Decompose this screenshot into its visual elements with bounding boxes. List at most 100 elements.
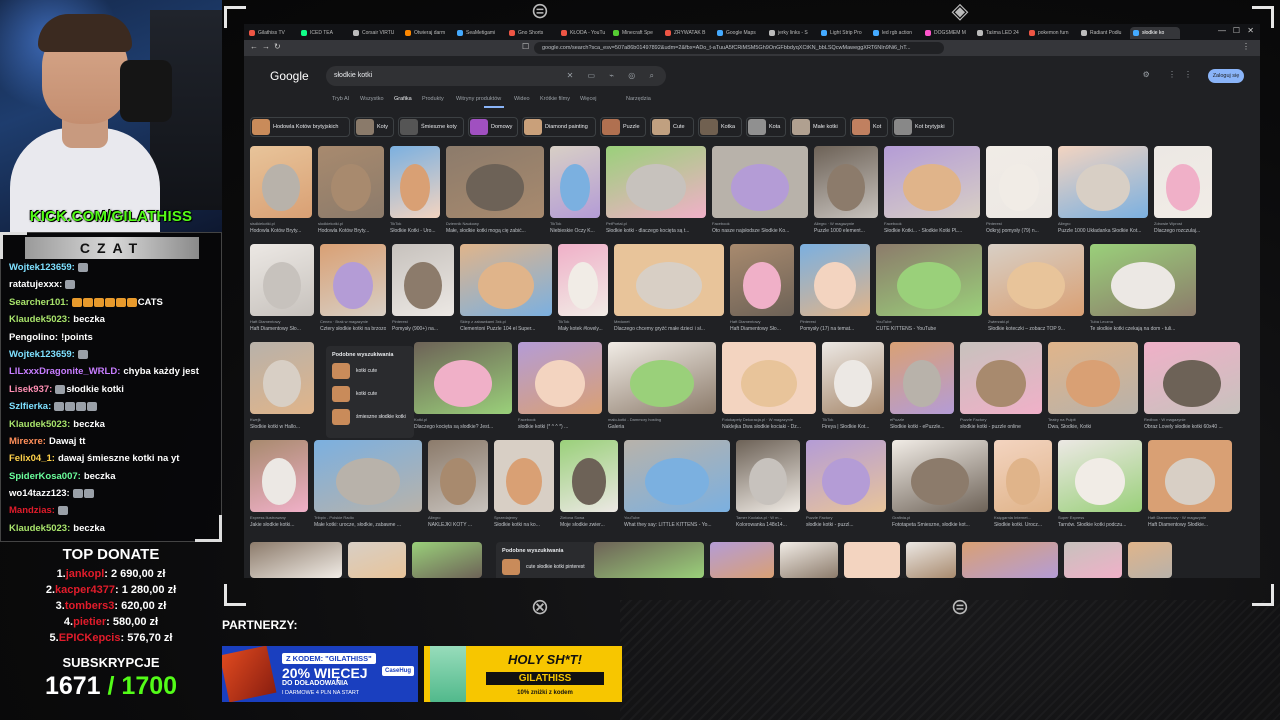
image-result[interactable]: Pinterest Pomysły (900+) na... — [392, 244, 454, 338]
cat-image[interactable] — [986, 146, 1052, 218]
related-search-item[interactable]: kotki cute — [332, 362, 412, 380]
result-title[interactable]: Słodkie kotki - dlaczego kocięta są t... — [606, 228, 706, 234]
browser-tab[interactable]: Taśma LED 24 — [974, 27, 1024, 39]
cat-image[interactable] — [712, 146, 808, 218]
search-tab[interactable]: Grafika — [394, 96, 412, 102]
filter-chip[interactable]: Puzzle — [600, 117, 646, 137]
result-title[interactable]: Haft Diamentowy Sło... — [730, 326, 794, 332]
image-result[interactable]: Allegro NAKLEJKI KOTY ... — [428, 440, 488, 534]
result-title[interactable]: Fireya | Słodkie Kot... — [822, 424, 884, 430]
image-result[interactable]: Allegro Puzzle 1000 Układanka Słodkie Kot… — [1058, 146, 1148, 240]
image-result[interactable]: Sklep z zabawkami 3xk.pl Clementoni Puzzl… — [460, 244, 552, 338]
filter-chip[interactable]: Kot — [850, 117, 888, 137]
search-box[interactable]: słodkie kotki ✕ ▭ ⌁ ◎ ⌕ — [326, 66, 666, 86]
image-result[interactable]: TikTok Fireya | Słodkie Kot... — [822, 342, 884, 436]
cat-image[interactable] — [1148, 440, 1232, 512]
search-input[interactable]: słodkie kotki — [334, 66, 372, 86]
result-title[interactable]: Clementoni Puzzle 104 el Super... — [460, 326, 552, 332]
search-tab[interactable]: Witryny produktów — [456, 96, 501, 102]
result-title[interactable]: Puzzle 1000 Układanka Słodkie Kot... — [1058, 228, 1148, 234]
bookmark-icon[interactable]: ☐ — [522, 42, 529, 51]
cat-image[interactable] — [608, 342, 716, 414]
result-title[interactable]: Małe, słodkie kotki mogą cię zabić... — [446, 228, 544, 234]
address-bar[interactable]: google.com/search?sca_esv=507a86b0149789… — [534, 42, 944, 54]
cat-image[interactable] — [736, 440, 800, 512]
cat-image[interactable] — [1058, 146, 1148, 218]
cat-image[interactable] — [1144, 342, 1240, 414]
browser-tab[interactable]: Light Strip Pro — [818, 27, 868, 39]
image-result[interactable]: Pinterest Pomysły (17) na temat... — [800, 244, 870, 338]
cat-image[interactable] — [1128, 542, 1172, 578]
image-result[interactable]: Pinterest Odkryj pomysły (79) n... — [986, 146, 1052, 240]
image-result[interactable]: Facebook słodkie kotki (* ^ ^ *) ... — [518, 342, 602, 436]
cat-image[interactable] — [906, 542, 956, 578]
cat-image[interactable] — [320, 244, 386, 316]
browser-tab[interactable]: DOGSMEM M — [922, 27, 972, 39]
image-result[interactable]: TikTok Mały kotek #lovely... — [558, 244, 608, 338]
cat-image[interactable] — [348, 542, 406, 578]
filter-chip[interactable]: Diamond painting — [522, 117, 596, 137]
cat-image[interactable] — [494, 440, 554, 512]
filter-chip[interactable]: Śmieszne koty — [398, 117, 464, 137]
result-title[interactable]: Mały kotek #lovely... — [558, 326, 608, 332]
cat-image[interactable] — [250, 542, 342, 578]
cat-image[interactable] — [460, 244, 552, 316]
result-title[interactable]: Naklejka Dwa słodkie kociaki - Dz... — [722, 424, 816, 430]
search-tab[interactable]: Więcej — [580, 96, 597, 102]
image-result[interactable]: Medonet Dlaczego chcemy gryźć małe dzieci… — [614, 244, 724, 338]
filter-chip[interactable]: Kota — [746, 117, 786, 137]
browser-tab[interactable]: Corsair VIRTU — [350, 27, 400, 39]
result-title[interactable]: Oto nasze najsłodsze Słodkie Ko... — [712, 228, 808, 234]
browser-tab[interactable]: Otwieraj darm — [402, 27, 452, 39]
image-result[interactable]: Dziennik Naukowy Małe, słodkie kotki mogą… — [446, 146, 544, 240]
image-result[interactable]: Puzzle Factory słodkie kotki - puzzl... — [806, 440, 886, 534]
result-title[interactable]: Jakie słodkie kotki... — [250, 522, 308, 528]
filter-chip[interactable]: Domowy — [468, 117, 518, 137]
search-tab[interactable]: Wideo — [514, 96, 530, 102]
cat-image[interactable] — [428, 440, 488, 512]
image-result[interactable]: Haft Diamentowy Haft Diamentowy Sło... — [730, 244, 794, 338]
related-search-item[interactable]: śmieszne słodkie kotki — [332, 408, 412, 426]
related-search-item[interactable]: cute słodkie kotki pinterest — [502, 558, 585, 576]
menu-icon[interactable]: ⋮ — [1242, 42, 1250, 51]
cat-image[interactable] — [710, 542, 774, 578]
cat-image[interactable] — [624, 440, 730, 512]
image-result[interactable]: Super Express Tarnów. Słodkie kotki podcz… — [1058, 440, 1142, 534]
maximize-icon[interactable]: ☐ — [1233, 26, 1240, 35]
browser-tab[interactable]: led rgb action — [870, 27, 920, 39]
apps-icon[interactable]: ⚙ ⋮⋮ — [1143, 70, 1200, 79]
result-title[interactable]: Słodkie kotki - ePuzzle... — [890, 424, 954, 430]
cat-image[interactable] — [822, 342, 884, 414]
cat-image[interactable] — [800, 244, 870, 316]
image-result[interactable]: TikTok Niebieskie Oczy K... — [550, 146, 600, 240]
result-title[interactable]: Dlaczego rozczulaj... — [1154, 228, 1212, 234]
result-title[interactable]: Dwa, Słodkie, Kotki — [1048, 424, 1138, 430]
cat-image[interactable] — [558, 244, 608, 316]
result-title[interactable]: Dlaczego chcemy gryźć małe dzieci i sł..… — [614, 326, 724, 332]
result-title[interactable]: Fototapeta Śmieszne, słodkie kot... — [892, 522, 988, 528]
cat-image[interactable] — [876, 244, 982, 316]
cat-image[interactable] — [1154, 146, 1212, 218]
cat-image[interactable] — [988, 244, 1084, 316]
browser-tab[interactable]: Gno Shorts — [506, 27, 556, 39]
search-tab[interactable]: Tryb AI — [332, 96, 349, 102]
result-title[interactable]: Niebieskie Oczy K... — [550, 228, 600, 234]
cat-image[interactable] — [606, 146, 706, 218]
result-title[interactable]: Haft Diamentowy Sło... — [250, 326, 314, 332]
browser-tab[interactable]: Gilathiss TV — [246, 27, 296, 39]
cat-image[interactable] — [1064, 542, 1122, 578]
browser-tab[interactable]: ICED TEA — [298, 27, 348, 39]
result-title[interactable]: Pomysły (17) na temat... — [800, 326, 870, 332]
cat-image[interactable] — [1058, 440, 1142, 512]
image-result[interactable]: Zdrowie Wprost Dlaczego rozczulaj... — [1154, 146, 1212, 240]
result-title[interactable]: Kolorowanka 148x14... — [736, 522, 800, 528]
result-title[interactable]: Słodkie Kotki - Uro... — [390, 228, 440, 234]
result-title[interactable]: słodkie kotki - puzzl... — [806, 522, 886, 528]
cat-image[interactable] — [412, 542, 482, 578]
result-title[interactable]: NAKLEJKI KOTY ... — [428, 522, 488, 528]
cat-image[interactable] — [892, 440, 988, 512]
cat-image[interactable] — [414, 342, 512, 414]
cat-image[interactable] — [614, 244, 724, 316]
minimize-icon[interactable]: — — [1218, 26, 1226, 35]
result-title[interactable]: Słodkie Kotki... - Słodkie Kotki PL... — [884, 228, 980, 234]
